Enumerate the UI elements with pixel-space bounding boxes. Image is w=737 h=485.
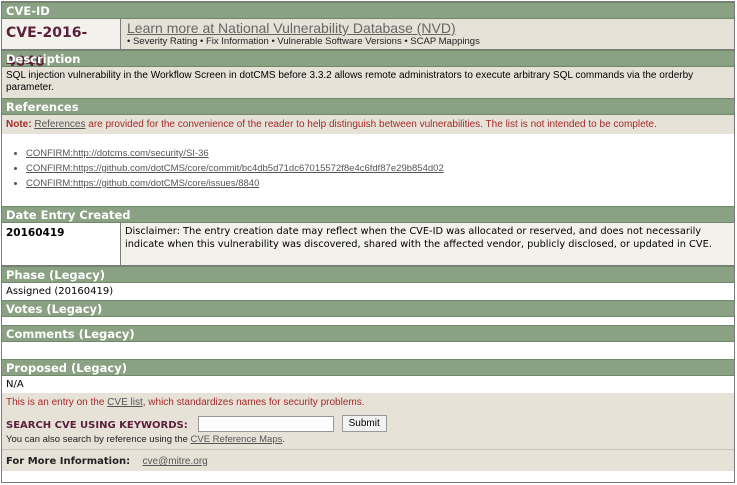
note-text: are provided for the convenience of the …	[85, 119, 657, 130]
nvd-link[interactable]: Learn more at National Vulnerability Dat…	[127, 20, 734, 36]
section-header-proposed: Proposed (Legacy)	[2, 359, 734, 376]
note-label: Note:	[6, 119, 32, 130]
section-header-phase: Phase (Legacy)	[2, 266, 734, 283]
phase-value: Assigned (20160419)	[2, 283, 734, 300]
comments-empty	[2, 342, 734, 359]
list-item: CONFIRM:https://github.com/dotCMS/core/c…	[26, 161, 734, 176]
section-header-date-entry: Date Entry Created	[2, 206, 734, 223]
search-input[interactable]	[198, 415, 335, 432]
reference-link-3[interactable]: CONFIRM:https://github.com/dotCMS/core/i…	[26, 178, 259, 189]
section-header-description: Description	[2, 50, 734, 67]
search-section: SEARCH CVE USING KEYWORDS: Submit You ca…	[2, 413, 734, 449]
reference-link-2[interactable]: CONFIRM:https://github.com/dotCMS/core/c…	[26, 163, 444, 174]
search-sub: You can also search by reference using t…	[6, 433, 730, 446]
email-link[interactable]: cve@mitre.org	[143, 456, 208, 467]
list-item: CONFIRM:http://dotcms.com/security/SI-36	[26, 146, 734, 161]
nvd-info: Learn more at National Vulnerability Dat…	[121, 19, 734, 49]
entry-note-suffix: , which standardizes names for security …	[142, 397, 365, 408]
submit-button[interactable]: Submit	[341, 415, 387, 433]
search-sub-suffix: .	[282, 434, 286, 445]
cve-id-value: CVE-2016-4040	[2, 19, 121, 70]
proposed-value: N/A	[2, 376, 734, 393]
list-item: CONFIRM:https://github.com/dotCMS/core/i…	[26, 176, 734, 191]
cve-list-note: This is an entry on the CVE list, which …	[2, 393, 734, 413]
more-info: For More Information: cve@mitre.org	[2, 449, 734, 471]
references-list: CONFIRM:http://dotcms.com/security/SI-36…	[2, 134, 734, 206]
more-info-label: For More Information:	[6, 456, 131, 467]
cve-id-row: CVE-2016-4040 Learn more at National Vul…	[2, 19, 734, 70]
cve-list-link[interactable]: CVE list	[107, 397, 143, 408]
section-header-cve-id: CVE-ID	[2, 2, 734, 19]
reference-link-1[interactable]: CONFIRM:http://dotcms.com/security/SI-36	[26, 148, 209, 159]
search-sub-prefix: You can also search by reference using t…	[6, 434, 191, 445]
description-text: SQL injection vulnerability in the Workf…	[2, 67, 734, 98]
date-entry-value: 20160419	[2, 223, 121, 265]
cve-reference-maps-link[interactable]: CVE Reference Maps	[191, 434, 283, 445]
section-header-comments: Comments (Legacy)	[2, 325, 734, 342]
nvd-features: • Severity Rating • Fix Information • Vu…	[127, 36, 480, 47]
entry-note-prefix: This is an entry on the	[6, 397, 108, 408]
section-header-votes: Votes (Legacy)	[2, 300, 734, 317]
cve-entry-page: CVE-ID CVE-2016-4040 Learn more at Natio…	[1, 1, 735, 483]
search-label: SEARCH CVE USING KEYWORDS:	[6, 420, 188, 431]
votes-empty	[2, 317, 734, 325]
section-header-references: References	[2, 98, 734, 115]
references-link[interactable]: References	[34, 119, 85, 130]
date-entry-row: 20160419 Disclaimer: The entry creation …	[2, 223, 734, 266]
references-note: Note: References are provided for the co…	[2, 115, 734, 134]
date-disclaimer: Disclaimer: The entry creation date may …	[121, 223, 734, 265]
